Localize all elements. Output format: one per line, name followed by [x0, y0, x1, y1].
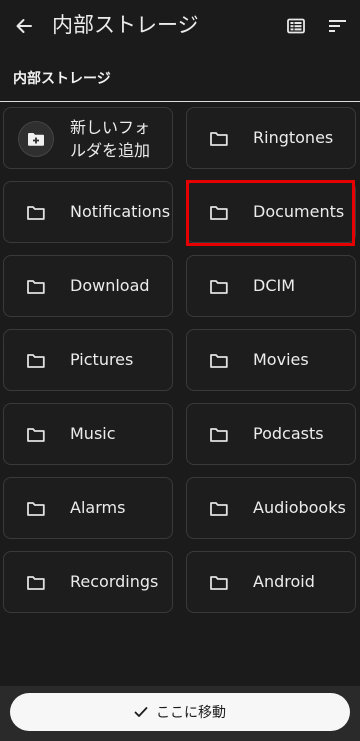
new-folder-label-line2: ルダを追加 [70, 141, 151, 160]
folder-icon [27, 576, 45, 590]
folder-item-android[interactable]: Android [186, 551, 356, 613]
arrow-back-icon [16, 19, 32, 33]
breadcrumb-item-internal-storage[interactable]: 内部ストレージ [13, 68, 111, 88]
folder-item-download[interactable]: Download [3, 255, 173, 317]
new-folder-label: 新しいフォ ルダを追加 [70, 116, 166, 162]
folder-icon [27, 428, 45, 442]
folder-icon [210, 502, 228, 516]
folder-item-dcim[interactable]: DCIM [186, 255, 356, 317]
folder-label: DCIM [253, 276, 296, 295]
sort-icon [329, 20, 346, 32]
list-view-icon [287, 18, 305, 34]
folder-label: Ringtones [253, 128, 334, 147]
folder-item-documents[interactable]: Documents [186, 181, 356, 243]
new-folder-label-line1: 新しいフォ [70, 118, 151, 137]
breadcrumb: 内部ストレージ [0, 52, 360, 102]
create-folder-icon-circle [18, 121, 54, 157]
view-toggle-button[interactable] [282, 12, 310, 40]
folder-item-ringtones[interactable]: Ringtones [186, 107, 356, 169]
top-app-bar: 内部ストレージ [0, 0, 360, 52]
folder-label: Download [70, 276, 150, 295]
folder-icon [210, 354, 228, 368]
folder-item-movies[interactable]: Movies [186, 329, 356, 391]
folder-icon [27, 280, 45, 294]
folder-item-podcasts[interactable]: Podcasts [186, 403, 356, 465]
folder-label: Audiobooks [253, 498, 346, 517]
folder-icon [210, 576, 228, 590]
folder-item-notifications[interactable]: Notifications [3, 181, 173, 243]
folder-icon [210, 428, 228, 442]
folder-icon [27, 502, 45, 516]
folder-label: Alarms [70, 498, 126, 517]
new-folder-button[interactable]: 新しいフォ ルダを追加 [3, 107, 173, 169]
folder-icon [210, 132, 228, 146]
folder-label: Pictures [70, 350, 134, 369]
folder-icon [27, 206, 45, 220]
move-here-label: ここに移動 [156, 705, 226, 721]
folder-icon [210, 206, 228, 220]
sort-button[interactable] [324, 12, 352, 40]
folder-label: Music [70, 424, 116, 443]
folder-item-music[interactable]: Music [3, 403, 173, 465]
folder-label: Podcasts [253, 424, 324, 443]
file-picker-screen: 内部ストレージ 内部ストレージ 新しいフォ ルダを追加 Ringtones No… [0, 0, 360, 741]
folder-item-audiobooks[interactable]: Audiobooks [186, 477, 356, 539]
move-here-button[interactable]: ここに移動 [10, 693, 350, 731]
page-title: 内部ストレージ [52, 13, 199, 37]
check-icon [134, 707, 148, 717]
create-folder-icon [28, 133, 44, 146]
folder-label: Notifications [70, 202, 171, 221]
folder-item-alarms[interactable]: Alarms [3, 477, 173, 539]
folder-icon [27, 354, 45, 368]
folder-label: Documents [253, 202, 345, 221]
folder-label: Android [253, 572, 315, 591]
folder-label: Movies [253, 350, 309, 369]
back-button[interactable] [8, 10, 40, 42]
folder-label: Recordings [70, 572, 159, 591]
folder-icon [210, 280, 228, 294]
folder-item-recordings[interactable]: Recordings [3, 551, 173, 613]
folder-item-pictures[interactable]: Pictures [3, 329, 173, 391]
bottom-action-bar: ここに移動 [0, 686, 360, 741]
